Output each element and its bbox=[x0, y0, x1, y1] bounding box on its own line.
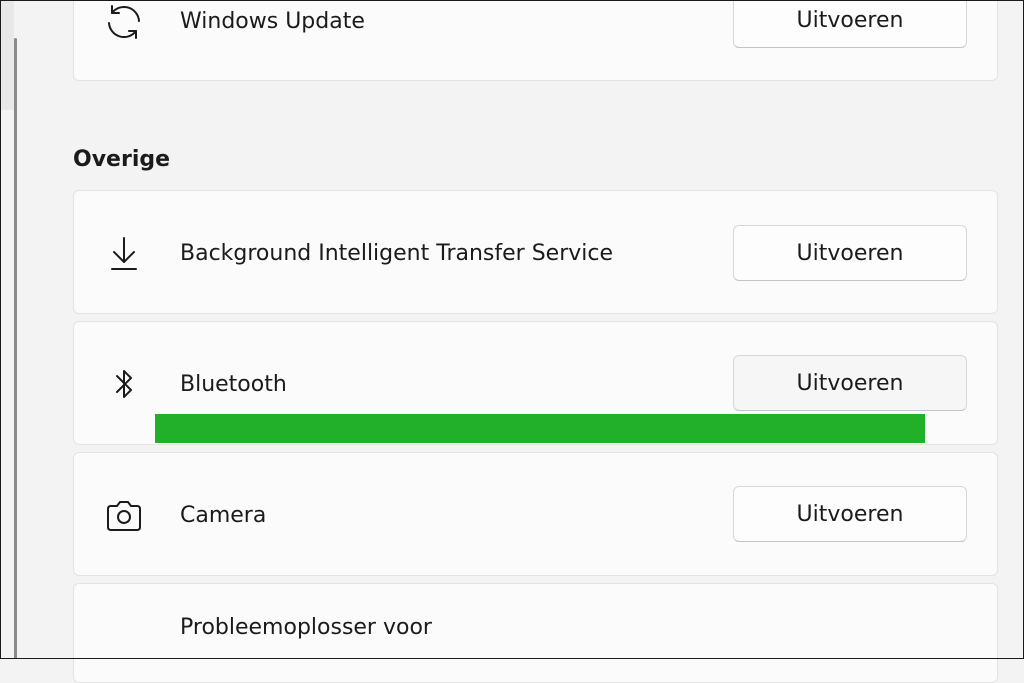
nav-pane-edge bbox=[1, 0, 14, 110]
windows-update-run-button[interactable]: Uitvoeren bbox=[733, 0, 967, 48]
camera-label: Camera bbox=[180, 503, 267, 528]
bluetooth-icon bbox=[104, 365, 144, 405]
refresh-icon bbox=[104, 2, 144, 42]
bluetooth-progress-fill bbox=[155, 414, 925, 443]
compatibility-label: Probleemoplosser voor bbox=[180, 615, 432, 640]
bits-run-button[interactable]: Uitvoeren bbox=[733, 225, 967, 281]
section-title: Overige bbox=[73, 147, 171, 172]
bluetooth-run-button[interactable]: Uitvoeren bbox=[733, 355, 967, 411]
scrollbar[interactable] bbox=[14, 38, 17, 659]
bits-label: Background Intelligent Transfer Service bbox=[180, 241, 613, 266]
camera-run-button[interactable]: Uitvoeren bbox=[733, 486, 967, 542]
bluetooth-label: Bluetooth bbox=[180, 372, 287, 397]
bluetooth-progress-bar bbox=[155, 414, 925, 443]
windows-update-label: Windows Update bbox=[180, 9, 365, 34]
camera-icon bbox=[104, 496, 144, 536]
download-icon bbox=[104, 234, 144, 274]
